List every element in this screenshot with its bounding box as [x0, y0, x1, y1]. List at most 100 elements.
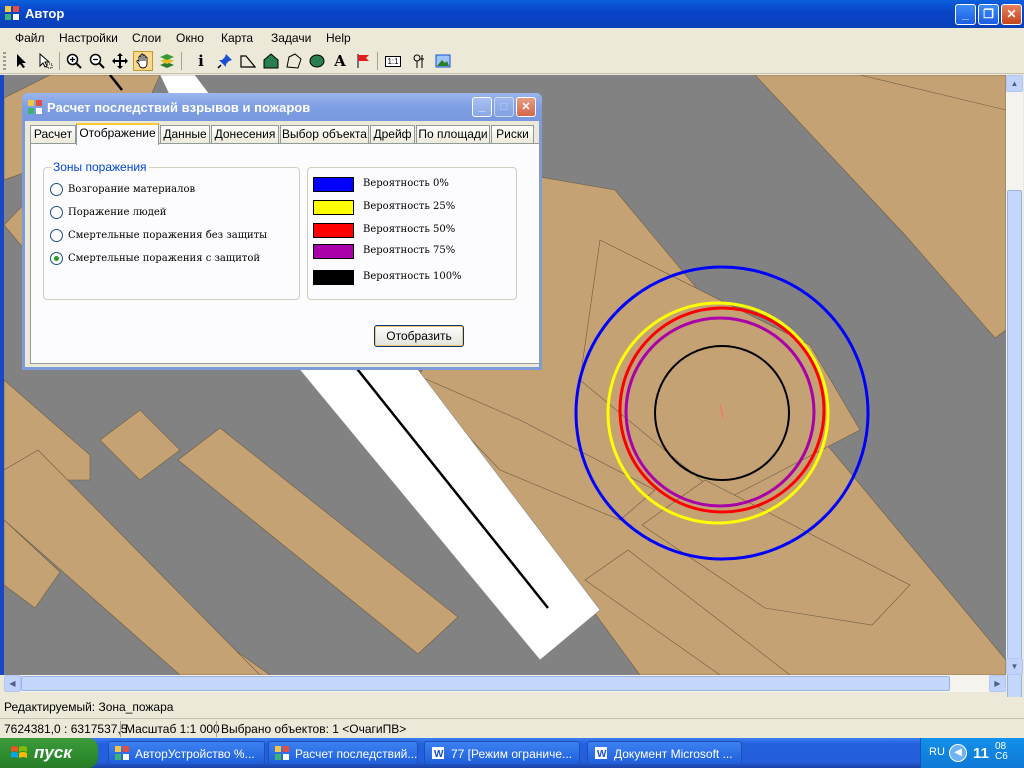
pin-icon[interactable]: [215, 51, 235, 71]
tab-display[interactable]: Отображение: [76, 123, 159, 145]
menu-layers[interactable]: Слои: [132, 31, 161, 45]
polygon-icon[interactable]: [261, 51, 281, 71]
scale-readout: Масштаб 1:1 000: [125, 722, 220, 736]
toolbar-separator: [377, 52, 378, 70]
radio-people-damage[interactable]: Поражение людей: [50, 204, 166, 220]
polyline-icon[interactable]: [238, 51, 258, 71]
close-button[interactable]: ✕: [1001, 4, 1022, 25]
dialog-close-button[interactable]: ✕: [516, 97, 536, 117]
scale-icon[interactable]: 1:1: [383, 51, 403, 71]
radio-circle[interactable]: [50, 182, 63, 196]
vertical-scrollbar[interactable]: ▲ ▼: [1006, 75, 1023, 710]
menu-tasks[interactable]: Задачи: [271, 31, 311, 45]
scroll-down-icon[interactable]: ▼: [1006, 658, 1023, 675]
radio-label: Поражение людей: [68, 206, 167, 218]
building: [754, 75, 1006, 339]
dialog-maximize-button[interactable]: □: [494, 97, 514, 117]
word-icon: W: [595, 747, 607, 760]
toolbar-separator: [59, 52, 60, 70]
legend-swatch-black[interactable]: [313, 270, 354, 285]
scroll-left-icon[interactable]: ◀: [4, 675, 21, 692]
start-button[interactable]: пуск: [0, 738, 98, 768]
legend-swatch-blue[interactable]: [313, 177, 354, 192]
damage-zones-legend: Зоны поражения: [51, 160, 149, 174]
radio-label: Смертельные поражения без защиты: [68, 229, 268, 241]
taskbar-item-calc[interactable]: Расчет последствий...: [268, 741, 418, 765]
tool-icon[interactable]: [410, 51, 430, 71]
clock-minutes: 08 С6: [995, 742, 1008, 762]
scroll-up-icon[interactable]: ▲: [1006, 75, 1023, 92]
pan-move-icon[interactable]: [110, 51, 130, 71]
start-label: пуск: [34, 743, 72, 762]
ellipse-icon[interactable]: [307, 51, 327, 71]
layers-icon[interactable]: [157, 51, 177, 71]
dialog-tabs: Расчет Отображение Данные Донесения Выбо…: [30, 123, 540, 145]
main-titlebar: Автор _ ❐ ✕: [0, 0, 1024, 28]
radio-circle-checked[interactable]: [50, 251, 63, 265]
legend-swatch-red[interactable]: [313, 223, 354, 238]
clock-hour: 11: [973, 745, 989, 762]
legend-label: Вероятность 50%: [363, 224, 456, 235]
taskbar-item-avtor[interactable]: АвторУстройство %...: [108, 741, 265, 765]
legend-swatch-yellow[interactable]: [313, 200, 354, 215]
taskbar-item-label: Расчет последствий...: [295, 747, 418, 761]
tray-expand-icon[interactable]: ◀: [949, 744, 967, 762]
radio-material-ignition[interactable]: Возгорание материалов: [50, 181, 195, 197]
selected-objects-readout: Выбрано объектов: 1 <ОчагиПВ>: [221, 722, 407, 736]
restore-button[interactable]: ❐: [978, 4, 999, 25]
menu-settings[interactable]: Настройки: [59, 31, 118, 45]
taskbar-item-word-doc[interactable]: W Документ Microsoft ...: [587, 741, 742, 765]
tab-drift[interactable]: Дрейф: [370, 125, 415, 144]
flag-icon[interactable]: [353, 51, 373, 71]
radio-circle[interactable]: [50, 205, 63, 219]
dialog-titlebar[interactable]: Расчет последствий взрывов и пожаров _ □…: [22, 93, 542, 121]
legend-label: Вероятность 0%: [363, 178, 449, 189]
info-icon[interactable]: i: [191, 51, 211, 71]
windows-flag-icon: [11, 746, 27, 758]
radio-lethal-unprotected[interactable]: Смертельные поражения без защиты: [50, 227, 267, 243]
zoom-in-icon[interactable]: [64, 51, 84, 71]
menu-map[interactable]: Карта: [221, 31, 253, 45]
svg-text:W: W: [434, 749, 444, 760]
show-button[interactable]: Отобразить: [374, 325, 464, 347]
dialog-minimize-button[interactable]: _: [472, 97, 492, 117]
tab-object-select[interactable]: Выбор объекта: [280, 125, 369, 144]
shape-icon[interactable]: [284, 51, 304, 71]
tab-calculation[interactable]: Расчет: [30, 125, 76, 144]
taskbar-item-label: Документ Microsoft ...: [614, 747, 733, 761]
horizontal-scrollbar[interactable]: ◀ ▶: [4, 675, 1006, 692]
menu-bar: Файл Настройки Слои Окно Карта Задачи He…: [0, 28, 1024, 48]
horizontal-scroll-thumb[interactable]: [21, 676, 950, 691]
scroll-right-icon[interactable]: ▶: [989, 675, 1006, 692]
tab-by-area[interactable]: По площади: [416, 125, 490, 144]
tab-data[interactable]: Данные: [160, 125, 210, 144]
tab-reports[interactable]: Донесения: [211, 125, 279, 144]
select-arrow-icon[interactable]: [12, 51, 32, 71]
select-cursor-icon[interactable]: [35, 51, 55, 71]
edit-status-bar: Редактируемый: Зона_пожара: [0, 697, 1024, 717]
radio-lethal-protected[interactable]: Смертельные поражения с защитой: [50, 250, 260, 266]
app-icon: [275, 746, 289, 760]
vertical-scroll-thumb[interactable]: [1007, 190, 1022, 710]
hand-icon[interactable]: [133, 51, 153, 71]
text-icon[interactable]: A: [330, 51, 350, 71]
clock-min-bottom: С6: [995, 751, 1008, 762]
menu-file[interactable]: Файл: [15, 31, 45, 45]
image-icon[interactable]: [433, 51, 453, 71]
taskbar-item-label: АвторУстройство %...: [135, 747, 255, 761]
status-bar: 7624381,0 : 6317537,5 Масштаб 1:1 000 Вы…: [0, 718, 1024, 738]
tab-risks[interactable]: Риски: [491, 125, 534, 144]
taskbar-item-word-77[interactable]: W 77 [Режим ограниче...: [424, 741, 580, 765]
menu-window[interactable]: Окно: [176, 31, 204, 45]
toolbar-grip[interactable]: [3, 52, 6, 70]
legend-label: Вероятность 25%: [363, 201, 456, 212]
menu-help[interactable]: Help: [326, 31, 351, 45]
zoom-out-icon[interactable]: [87, 51, 107, 71]
language-indicator[interactable]: RU: [929, 746, 945, 758]
radio-circle[interactable]: [50, 228, 63, 242]
legend-swatch-purple[interactable]: [313, 244, 354, 259]
toolbar-separator: [181, 52, 182, 70]
building: [99, 409, 181, 481]
legend-label: Вероятность 100%: [363, 271, 462, 282]
minimize-button[interactable]: _: [955, 4, 976, 25]
